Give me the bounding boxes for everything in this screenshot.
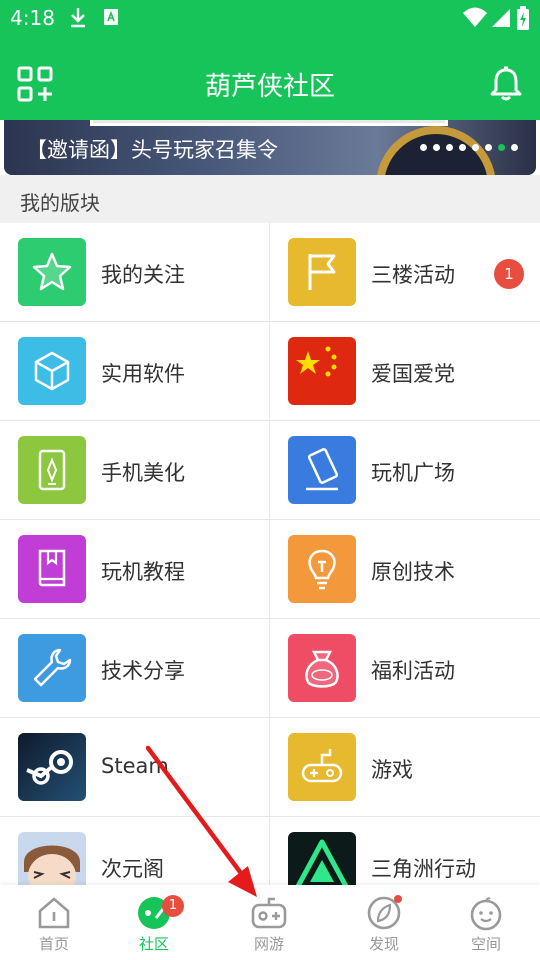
tab-community[interactable]: 1 社区	[100, 885, 208, 960]
board-item-my-follow[interactable]: 我的关注	[0, 223, 270, 322]
board-item-phone-plaza[interactable]: 玩机广场	[270, 421, 540, 520]
board-item-anime-pavilion[interactable]: 次元阁	[0, 817, 270, 885]
status-time: 4:18	[10, 6, 55, 30]
tab-online-games[interactable]: 网游	[215, 885, 323, 960]
signal-icon	[492, 9, 510, 27]
board-name: 技术分享	[101, 659, 185, 683]
board-name: 次元阁	[101, 857, 164, 881]
wrench-icon	[18, 634, 86, 702]
section-title: 我的版块	[20, 191, 100, 215]
page-title: 葫芦侠社区	[204, 72, 335, 102]
star-icon	[18, 238, 86, 306]
board-item-welfare-events[interactable]: 福利活动	[270, 619, 540, 718]
battery-charging-icon	[517, 6, 529, 30]
app-header: 葫芦侠社区	[0, 38, 540, 120]
pagination-dot[interactable]	[433, 144, 440, 151]
notification-dot	[394, 895, 402, 903]
tab-label: 网游	[253, 935, 284, 953]
delta-logo-icon	[288, 832, 356, 885]
pagination-dot[interactable]	[420, 144, 427, 151]
tilted-phone-icon	[288, 436, 356, 504]
flag-icon	[288, 238, 356, 306]
board-name: 玩机教程	[101, 560, 185, 584]
notification-badge: 1	[162, 895, 184, 917]
game-controller-icon	[251, 897, 287, 929]
board-name: 游戏	[371, 758, 413, 782]
tab-discover[interactable]: 发现	[330, 885, 438, 960]
board-name: 原创技术	[371, 560, 455, 584]
wifi-icon	[463, 7, 487, 27]
home-icon	[38, 897, 70, 929]
board-name: 三角洲行动	[371, 857, 476, 881]
pagination-dot[interactable]	[498, 144, 505, 151]
bulb-icon	[288, 535, 356, 603]
pagination-dot[interactable]	[472, 144, 479, 151]
book-icon	[18, 535, 86, 603]
board-item-useful-software[interactable]: 实用软件	[0, 322, 270, 421]
tab-label: 首页	[38, 935, 69, 953]
section-header: 我的版块	[0, 175, 540, 223]
pagination-dot[interactable]	[485, 144, 492, 151]
board-item-games[interactable]: 游戏	[270, 718, 540, 817]
board-item-phone-tutorials[interactable]: 玩机教程	[0, 520, 270, 619]
gamepad-icon	[288, 733, 356, 801]
notification-badge: 1	[494, 259, 524, 289]
board-item-original-tech[interactable]: 原创技术	[270, 520, 540, 619]
board-item-tech-sharing[interactable]: 技术分享	[0, 619, 270, 718]
board-grid: 我的关注 三楼活动 1 实用软件 爱国爱党 手机美化 玩机广场 玩机教程 原创技…	[0, 223, 540, 885]
phone-compass-icon	[18, 436, 86, 504]
tab-label: 发现	[368, 935, 399, 953]
board-name: 实用软件	[101, 362, 185, 386]
board-item-steam[interactable]: Steam	[0, 718, 270, 817]
board-item-patriotism[interactable]: 爱国爱党	[270, 322, 540, 421]
cube-icon	[18, 337, 86, 405]
anime-avatar-icon	[18, 832, 86, 885]
board-name: 爱国爱党	[371, 362, 455, 386]
pagination-dot[interactable]	[446, 144, 453, 151]
pagination-dot[interactable]	[511, 144, 518, 151]
board-name: Steam	[101, 754, 169, 778]
money-bag-icon	[288, 634, 356, 702]
board-name: 手机美化	[101, 461, 185, 485]
promo-banner[interactable]: 【邀请函】头号玩家召集令	[4, 120, 536, 175]
board-item-third-floor-events[interactable]: 三楼活动 1	[270, 223, 540, 322]
tab-space[interactable]: 空间	[432, 885, 540, 960]
board-item-phone-themes[interactable]: 手机美化	[0, 421, 270, 520]
banner-pagination	[420, 144, 518, 152]
steam-icon	[18, 733, 86, 801]
banner-card-graphic	[90, 120, 448, 126]
bottom-tab-bar: 首页 1 社区 网游 发现 空间	[0, 885, 540, 960]
tab-label: 空间	[470, 935, 501, 953]
board-name: 我的关注	[101, 263, 185, 287]
board-name: 福利活动	[371, 659, 455, 683]
smiley-icon	[470, 897, 502, 931]
board-name: 三楼活动	[371, 263, 455, 287]
china-flag-icon	[288, 337, 356, 405]
pagination-dot[interactable]	[459, 144, 466, 151]
tab-home[interactable]: 首页	[0, 885, 108, 960]
sim-icon	[104, 9, 118, 25]
bell-icon[interactable]	[488, 66, 524, 102]
tab-label: 社区	[138, 935, 169, 953]
board-name: 玩机广场	[371, 461, 455, 485]
board-item-delta-force[interactable]: 三角洲行动	[270, 817, 540, 885]
status-bar: 4:18	[0, 0, 540, 38]
download-icon	[71, 8, 85, 28]
banner-title: 【邀请函】头号玩家召集令	[26, 138, 278, 162]
